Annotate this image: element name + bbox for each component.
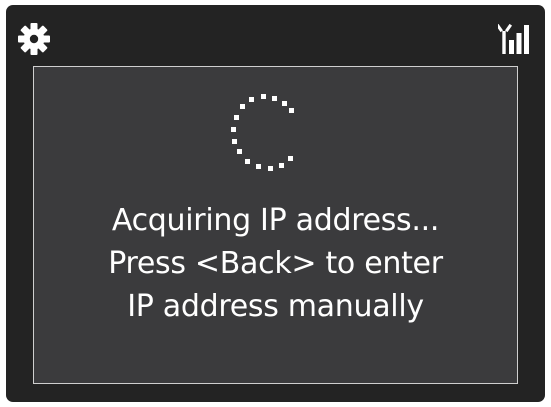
status-message: Acquiring IP address... Press <Back> to … (34, 199, 517, 328)
wifi-signal-icon (498, 23, 529, 54)
network-dialog: Acquiring IP address... Press <Back> to … (33, 66, 518, 384)
gear-icon[interactable] (16, 21, 52, 57)
message-line-acquiring: Acquiring IP address... (111, 203, 440, 238)
message-line-manual-entry: IP address manually (127, 289, 424, 324)
device-screen: Acquiring IP address... Press <Back> to … (6, 5, 545, 402)
message-line-press-back: Press <Back> to enter (108, 246, 443, 281)
loading-spinner-icon (231, 94, 294, 171)
